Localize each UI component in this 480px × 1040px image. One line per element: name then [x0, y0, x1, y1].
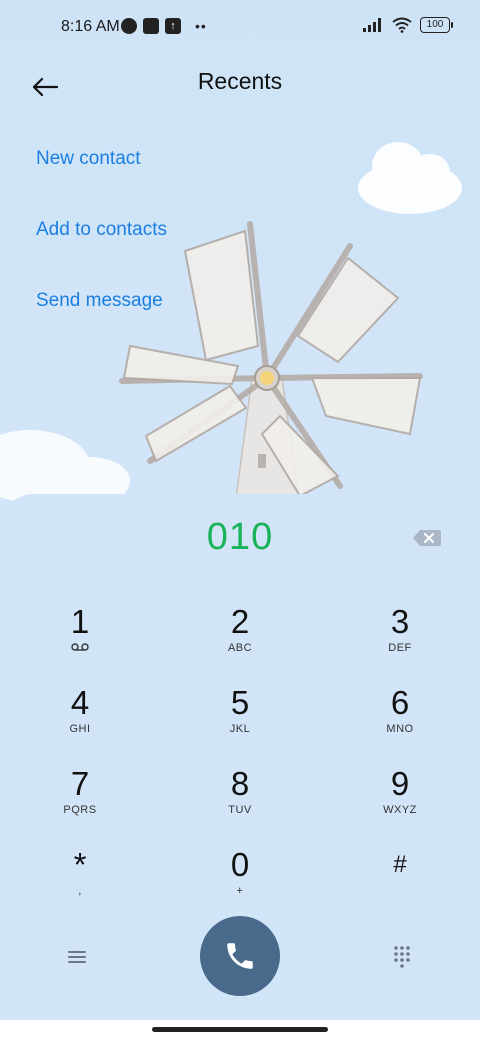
voicemail-icon	[20, 642, 140, 656]
navigation-bar	[0, 1020, 480, 1040]
cloud-image	[358, 142, 462, 214]
key-digit: 1	[70, 603, 90, 640]
key-0[interactable]: 0 +	[180, 847, 300, 917]
key-digit: 8	[230, 765, 250, 802]
new-contact-link[interactable]: New contact	[36, 148, 141, 170]
key-letters: ABC	[227, 642, 253, 654]
key-letters: JKL	[229, 723, 251, 735]
notification-app-icon	[121, 18, 137, 34]
home-indicator[interactable]	[152, 1027, 328, 1032]
key-5[interactable]: 5 JKL	[180, 685, 300, 755]
menu-button[interactable]	[62, 944, 92, 970]
key-7[interactable]: 7 PQRS	[20, 766, 140, 836]
page-title: Recents	[197, 68, 283, 94]
key-digit: 4	[70, 684, 90, 721]
status-time: 8:16 AM	[61, 18, 120, 35]
keypad-toggle-button[interactable]	[390, 944, 414, 968]
key-digit: 6	[390, 684, 410, 721]
key-letters: WXYZ	[383, 804, 417, 816]
status-bar: 8:16 AM ↑ •• 100	[0, 0, 480, 56]
key-9[interactable]: 9 WXYZ	[340, 766, 460, 836]
key-1[interactable]: 1	[20, 604, 140, 674]
key-digit: 0	[230, 846, 250, 883]
wallpaper-windmill-image	[0, 116, 480, 516]
key-digit: #	[393, 851, 407, 878]
dialer-actions	[0, 916, 480, 998]
dialpad-icon	[394, 946, 410, 968]
notification-icons: ↑ ••	[121, 18, 207, 34]
key-digit: 7	[70, 765, 90, 802]
key-digit: *	[73, 846, 87, 883]
key-3[interactable]: 3 DEF	[340, 604, 460, 674]
key-digit: 5	[230, 684, 250, 721]
key-digit: 9	[390, 765, 410, 802]
key-4[interactable]: 4 GHI	[20, 685, 140, 755]
key-letters: ,	[78, 885, 82, 897]
more-dots-icon: ••	[195, 18, 207, 34]
key-letters: TUV	[228, 804, 252, 816]
system-icons: 100	[362, 17, 453, 33]
key-letters: DEF	[388, 642, 412, 654]
backspace-icon	[413, 530, 441, 546]
key-letters: PQRS	[63, 804, 97, 816]
upload-icon: ↑	[165, 18, 181, 34]
key-2[interactable]: 2 ABC	[180, 604, 300, 674]
key-letters: GHI	[69, 723, 91, 735]
square-icon	[143, 18, 159, 34]
key-star[interactable]: * ,	[20, 847, 140, 917]
send-message-link[interactable]: Send message	[36, 290, 163, 312]
key-digit: 3	[390, 603, 410, 640]
add-to-contacts-link[interactable]: Add to contacts	[36, 219, 167, 241]
wifi-icon	[392, 17, 412, 33]
key-hash[interactable]: #	[340, 847, 460, 917]
battery-icon: 100	[420, 17, 453, 33]
key-letters: +	[236, 885, 244, 897]
dialed-number: 010	[206, 516, 274, 558]
key-6[interactable]: 6 MNO	[340, 685, 460, 755]
key-letters: MNO	[386, 723, 414, 735]
header: Recents	[0, 56, 480, 116]
signal-icon	[363, 18, 381, 32]
key-8[interactable]: 8 TUV	[180, 766, 300, 836]
key-digit: 2	[230, 603, 250, 640]
dialer-panel: 010 1 2 ABC 3 DEF 4 GHI 5 JKL 6 MNO 7 PQ…	[0, 494, 480, 1040]
call-button[interactable]	[200, 916, 280, 996]
key-letters	[340, 885, 460, 899]
phone-icon	[227, 943, 253, 969]
menu-icon	[68, 951, 86, 963]
backspace-button[interactable]	[412, 528, 442, 548]
